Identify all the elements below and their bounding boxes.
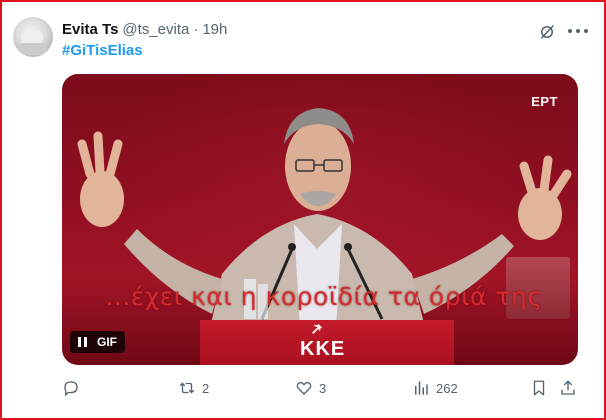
hammer-sickle-icon: [312, 324, 322, 334]
repost-count: 2: [202, 380, 210, 396]
tweet-card[interactable]: Evita Ts @ts_evita · 19h #GiTisElias ΕΡΤ: [0, 0, 606, 420]
repost-button[interactable]: 2: [178, 376, 209, 400]
gif-control[interactable]: GIF: [70, 331, 125, 353]
gif-media[interactable]: ΕΡΤ ΚΚΕ ...έχει και η κοροϊδία τα όριά τ…: [62, 74, 578, 365]
author-handle[interactable]: @ts_evita: [122, 21, 189, 38]
tweet-time[interactable]: 19h: [202, 21, 227, 38]
bookmark-icon: [533, 380, 545, 396]
views-count: 262: [436, 380, 458, 396]
pause-icon[interactable]: [78, 337, 87, 347]
hashtag-link[interactable]: #GiTisElias: [62, 42, 143, 59]
like-count: 3: [319, 380, 327, 396]
reply-button[interactable]: [62, 376, 80, 400]
avatar[interactable]: [13, 17, 53, 57]
podium-logo: ΚΚΕ: [300, 338, 346, 360]
gif-label: GIF: [97, 335, 117, 349]
tweet-header: Evita Ts @ts_evita · 19h: [62, 19, 586, 39]
separator-dot: ·: [193, 20, 199, 38]
share-icon: [561, 380, 575, 395]
heart-icon: [296, 381, 312, 395]
repost-icon: [179, 382, 195, 394]
author-name[interactable]: Evita Ts: [62, 21, 118, 38]
like-button[interactable]: 3: [295, 376, 326, 400]
bookmark-button[interactable]: [530, 376, 548, 400]
views-button[interactable]: 262: [412, 376, 458, 400]
reply-icon: [64, 381, 78, 397]
tweet-actions: 2 3 262: [62, 376, 578, 400]
video-subtitle: ...έχει και η κοροϊδία τα όριά της: [105, 282, 543, 311]
grok-icon[interactable]: [538, 23, 556, 41]
more-options-icon[interactable]: [568, 22, 588, 40]
share-button[interactable]: [559, 376, 577, 400]
views-icon: [415, 381, 428, 395]
